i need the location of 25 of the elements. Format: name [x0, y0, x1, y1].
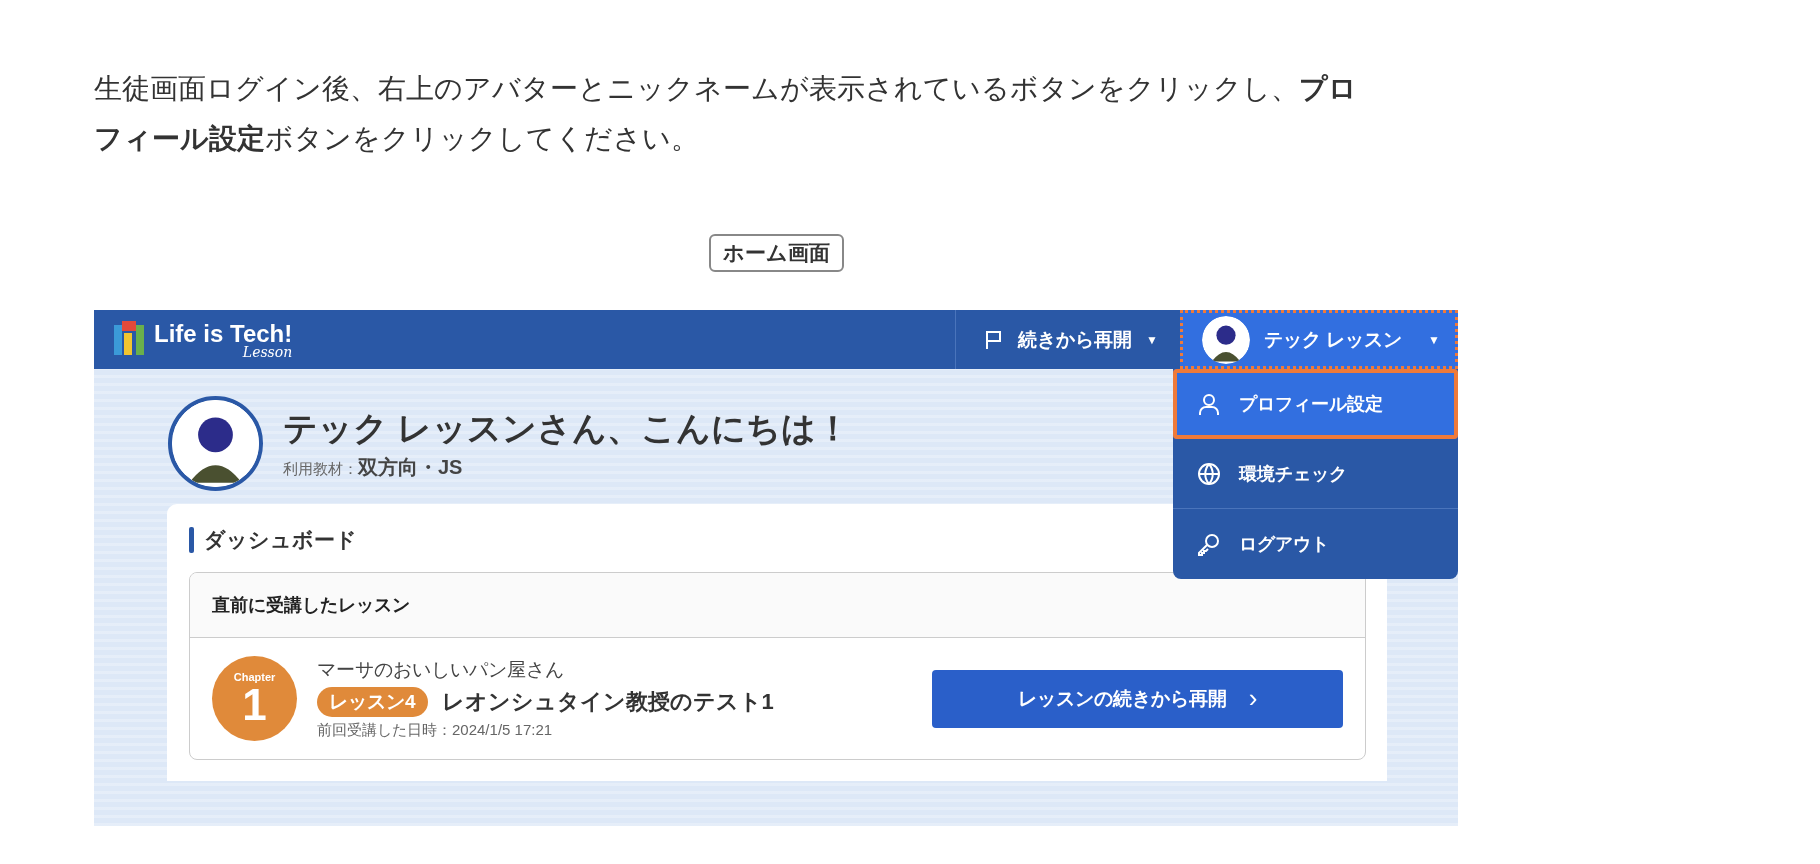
greeting-title: テック レッスンさん、こんにちは！	[283, 408, 851, 449]
dashboard-title: ダッシュボード	[204, 527, 357, 553]
menu-item[interactable]: プロフィール設定	[1173, 369, 1458, 439]
menu-item[interactable]: 環境チェック	[1173, 439, 1458, 509]
caption-label: ホーム画面	[708, 234, 844, 272]
material-name: 双方向・JS	[358, 455, 463, 480]
avatar-icon	[172, 400, 259, 487]
user-menu-button[interactable]: テック レッスン ▼	[1180, 310, 1458, 369]
course-title: マーサのおいしいパン屋さん	[317, 658, 565, 682]
lesson-tag: レッスン4	[317, 687, 428, 717]
user-icon	[1197, 391, 1221, 416]
key-icon	[1197, 532, 1221, 556]
logo-subtitle: Lesson	[242, 344, 293, 359]
logo-text: Life is Tech!	[154, 320, 293, 347]
material-label: 利用教材：	[283, 460, 358, 479]
resume-lesson-button[interactable]: レッスンの続きから再開 ›	[932, 669, 1343, 728]
lesson-title: レオンシュタイン教授のテスト1	[441, 688, 774, 716]
last-viewed-text: 前回受講した日時：2024/1/5 17:21	[317, 721, 554, 740]
chapter-label: Chapter	[233, 670, 276, 683]
card-heading: 直前に受講したレッスン	[190, 573, 1365, 638]
globe-icon	[1197, 461, 1221, 486]
accent-bar	[189, 527, 194, 553]
avatar-icon	[1202, 315, 1250, 364]
chapter-number: 1	[242, 682, 267, 727]
instruction-text: 生徒画面ログイン後、右上のアバターとニックネームが表示されているボタンをクリックし、プロフィール設定ボタンをクリックしてください。	[94, 72, 1358, 156]
